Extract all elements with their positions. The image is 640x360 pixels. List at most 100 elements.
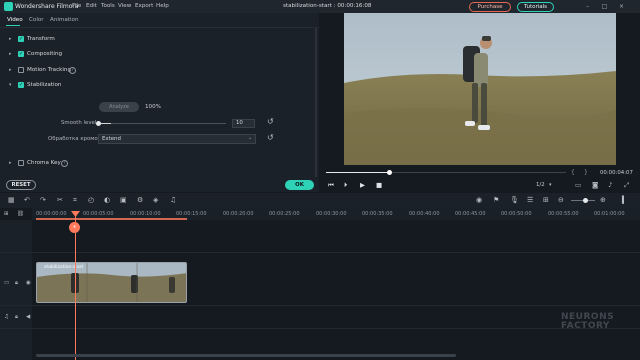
chevron-down-icon[interactable]: ▾ [9,82,12,88]
motion-tracking-checkbox[interactable] [18,67,24,73]
redo-icon[interactable]: ↷ [40,196,46,204]
record-voice-icon[interactable]: 🎙 [510,196,519,204]
chevron-right-icon[interactable]: ▸ [9,51,12,57]
analyze-progress: 100% [145,104,161,110]
ruler-tick: 00:00:30:00 [316,211,347,217]
grid-icon[interactable]: ▦ [8,196,15,204]
section-stabilization[interactable]: Stabilization [27,82,61,88]
volume-icon[interactable]: ♪ [608,181,612,189]
menu-view[interactable]: View [118,3,131,9]
help-icon[interactable]: ? [69,67,76,74]
smooth-level-slider-handle[interactable] [96,121,101,126]
step-back-icon[interactable]: ⏮ [328,181,334,190]
menu-file[interactable]: File [72,3,81,9]
playhead[interactable] [75,213,76,360]
divider [0,328,640,329]
lock-icon[interactable]: 🔒︎ [15,280,18,287]
adjust-icon[interactable]: ⚙ [137,196,143,204]
divider [0,252,640,253]
play-frame-icon[interactable]: ⏵ [344,181,347,190]
properties-scrollbar[interactable] [315,28,317,178]
ruler-tick: 00:00:55:00 [548,211,579,217]
help-icon[interactable]: ? [61,160,68,167]
transform-checkbox[interactable]: ✓ [18,36,24,42]
chevron-right-icon[interactable]: ▸ [9,36,12,42]
cut-icon[interactable]: ✂ [57,196,63,204]
properties-footer [0,177,319,192]
zoom-fit-icon[interactable]: ⊞ [543,196,549,204]
stop-icon[interactable]: ■ [376,181,382,189]
timeline-zoom-handle[interactable] [583,198,588,203]
mark-out-icon[interactable]: } [584,169,588,176]
stabilization-checkbox[interactable]: ✓ [18,82,24,88]
render-icon[interactable]: ◉ [476,196,482,204]
fullscreen-icon[interactable]: ⤢ [624,181,629,190]
section-compositing[interactable]: Compositing [27,51,62,57]
link-icon[interactable]: ⛓ [17,211,24,217]
panel-toggle-icon[interactable]: ▍ [622,196,627,204]
border-handling-select[interactable]: Extend [98,134,256,144]
ruler-tick: 00:00:00:00 [36,211,67,217]
lock-icon[interactable]: 🔒︎ [15,314,18,321]
menu-help[interactable]: Help [156,3,169,9]
zoom-out-icon[interactable]: ⊖ [558,196,564,204]
zoom-in-icon[interactable]: ⊕ [600,196,606,204]
timeline-scrollbar[interactable] [36,354,456,357]
chroma-key-checkbox[interactable] [18,160,24,166]
marker-icon[interactable]: ⚑ [493,196,499,204]
tab-color[interactable]: Color [29,17,44,23]
purchase-button[interactable]: Purchase [469,2,511,12]
reset-smooth-icon[interactable]: ↺ [267,117,274,126]
ok-button[interactable]: OK [285,180,314,190]
playhead-snap-icon[interactable]: ⏸ [69,222,80,233]
ruler-tick: 00:00:15:00 [176,211,207,217]
minimize-icon[interactable]: – [583,2,592,11]
reset-border-icon[interactable]: ↺ [267,133,274,142]
mark-in-icon[interactable]: { [571,169,575,176]
undo-icon[interactable]: ↶ [24,196,30,204]
menu-edit[interactable]: Edit [86,3,97,9]
smooth-level-input[interactable]: 10 [232,119,255,128]
compositing-checkbox[interactable]: ✓ [18,51,24,57]
section-chroma-key[interactable]: Chroma Key [27,160,61,166]
app-name: Wondershare Filmora [15,3,79,10]
speaker-icon[interactable]: ◀ [26,314,30,320]
analyze-button[interactable]: Analyze [99,102,139,112]
render-preview-icon[interactable]: ▭ [575,181,581,189]
chevron-down-icon[interactable]: ⌄ [248,135,252,141]
ruler-tick: 00:00:45:00 [455,211,486,217]
crop-icon[interactable]: ⌗ [73,196,77,205]
playback-quality[interactable]: 1/2 [536,182,545,188]
add-track-icon[interactable]: ⊞ [4,211,9,217]
preview-timecode: 00:00:04:07 [600,170,633,176]
chevron-right-icon[interactable]: ▸ [9,67,12,73]
ruler-tick: 00:00:20:00 [223,211,254,217]
smooth-level-slider[interactable] [99,123,226,124]
tutorials-button[interactable]: Tutorials [517,2,554,12]
green-screen-icon[interactable]: ▣ [120,196,127,204]
eye-icon[interactable]: ◉ [26,280,31,286]
preview-scrubber-handle[interactable] [387,170,392,175]
split-audio-icon[interactable]: ♫ [170,196,176,204]
menu-export[interactable]: Export [135,3,153,9]
snapshot-icon[interactable]: ◙ [592,181,598,189]
chevron-right-icon[interactable]: ▸ [9,160,12,166]
play-icon[interactable]: ▶ [360,181,365,189]
maximize-icon[interactable]: □ [600,2,609,11]
section-transform[interactable]: Transform [27,36,55,42]
tab-animation[interactable]: Animation [50,17,79,23]
chevron-down-icon[interactable]: ▾ [549,182,552,188]
close-icon[interactable]: × [617,2,626,11]
smooth-level-label: Smooth level [61,120,97,126]
section-motion-tracking[interactable]: Motion Tracking [27,67,71,73]
tab-video[interactable]: Video [7,17,23,23]
speed-icon[interactable]: ◴ [88,196,94,204]
menu-tools[interactable]: Tools [101,3,115,9]
video-track-icon: ▭ [4,280,10,286]
color-icon[interactable]: ◐ [104,196,110,204]
timeline-range-bar [36,218,187,220]
divider [0,27,319,28]
keyframe-icon[interactable]: ◈ [153,196,158,204]
mixer-icon[interactable]: ☰ [527,196,533,204]
reset-button[interactable]: RESET [6,180,36,190]
